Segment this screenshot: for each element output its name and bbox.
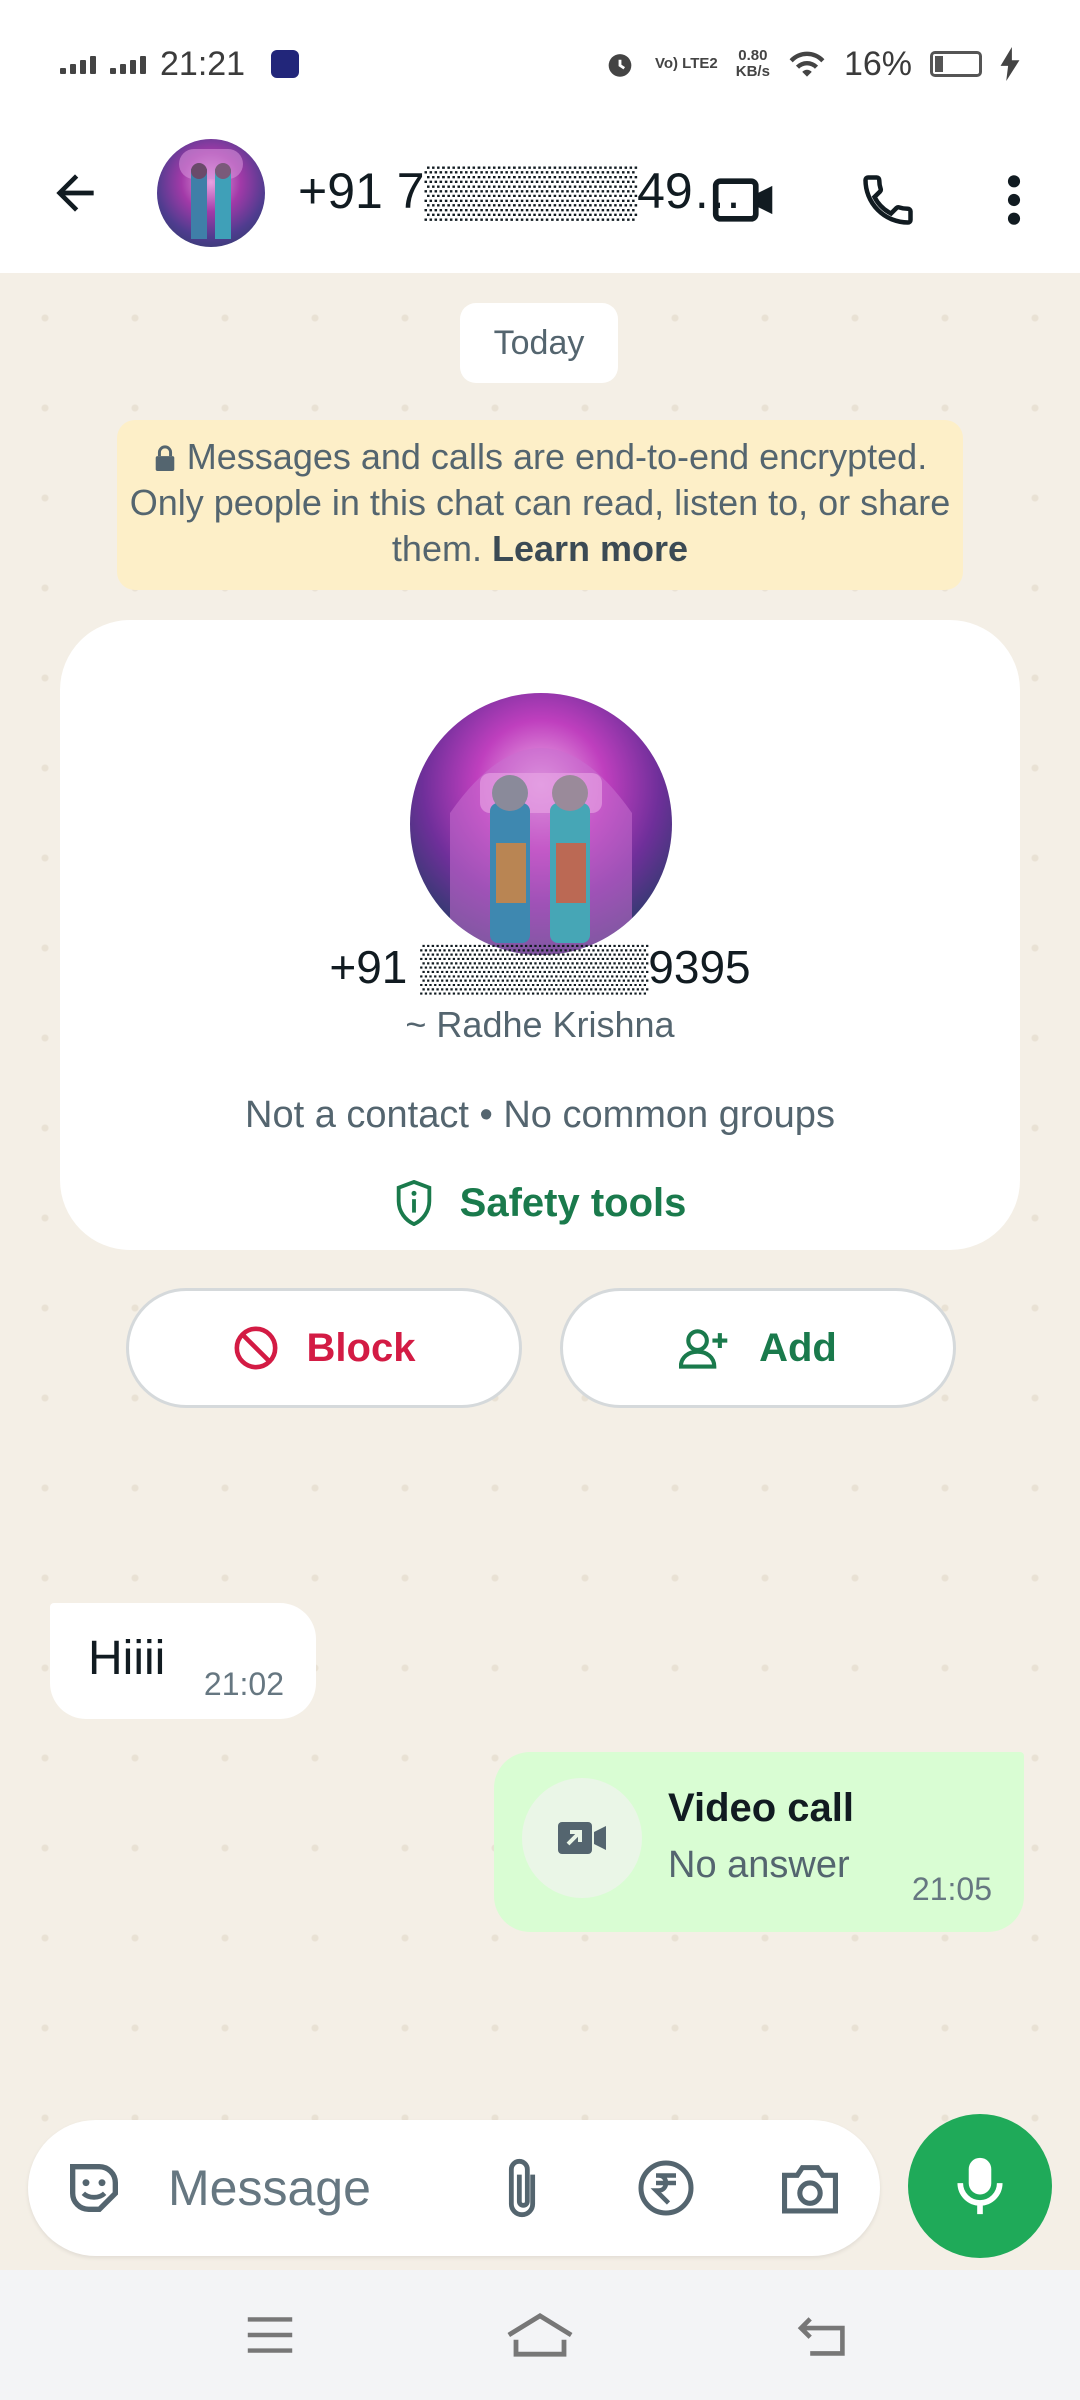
phone-icon: [863, 175, 913, 225]
voice-call-button[interactable]: [846, 158, 930, 242]
date-chip: Today: [460, 303, 618, 383]
call-title: Video call: [668, 1786, 855, 1830]
safety-tools-link[interactable]: Safety tools: [60, 1180, 1020, 1226]
lock-icon: [155, 445, 175, 471]
message-time: 21:02: [203, 1666, 284, 1702]
status-bar: 21:21 Vo) LTE2 0.80 KB/s 16%: [0, 0, 1080, 128]
app-notification-icon: [271, 50, 300, 78]
contact-display-name: ~ Radhe Krishna: [405, 1004, 675, 1045]
shield-info-icon: [396, 1180, 431, 1226]
alarm-icon: [608, 54, 632, 77]
block-label: Block: [306, 1325, 416, 1370]
paperclip-icon: [508, 2159, 536, 2217]
contact-info-card: +91 ▒▒▒▒▒▒▒9395 ~ Radhe Krishna Not a co…: [60, 620, 1020, 1408]
status-time: 21:21: [160, 44, 246, 83]
chat-area[interactable]: Today Messages and calls are end-to-end …: [0, 273, 1080, 2270]
message-text: Hiiii: [88, 1632, 166, 1685]
more-options-button[interactable]: [972, 158, 1056, 242]
battery-icon: [930, 51, 982, 77]
battery-percent: 16%: [843, 44, 912, 83]
more-vert-icon: [1007, 175, 1021, 225]
sticker-button[interactable]: [54, 2148, 134, 2228]
back-nav-button[interactable]: [774, 2290, 874, 2380]
chat-header: +91 7▒▒▒▒▒▒49…: [0, 128, 1080, 273]
contact-card-avatar[interactable]: [410, 693, 672, 955]
signal-icon-2: [110, 54, 146, 74]
sticker-icon: [70, 2164, 118, 2212]
call-status: No answer: [668, 1844, 850, 1886]
block-icon: [234, 1326, 277, 1370]
back-nav-icon: [797, 2317, 845, 2356]
network-type: Vo) LTE2: [654, 55, 718, 72]
message-composer: [28, 2120, 880, 2256]
add-contact-button[interactable]: Add: [560, 1288, 956, 1408]
contact-phone: +91 ▒▒▒▒▒▒▒9395: [329, 941, 751, 993]
message-input[interactable]: [168, 2150, 468, 2226]
outgoing-call-message[interactable]: Video call No answer 21:05: [494, 1752, 1024, 1932]
contact-avatar[interactable]: [157, 139, 265, 247]
voice-message-button[interactable]: [908, 2114, 1052, 2258]
attach-button[interactable]: [482, 2148, 562, 2228]
safety-tools-label: Safety tools: [459, 1180, 687, 1225]
rupee-icon: [638, 2160, 694, 2216]
wifi-icon: [789, 51, 825, 77]
back-button[interactable]: [40, 158, 110, 228]
block-button[interactable]: Block: [126, 1288, 522, 1408]
microphone-icon: [957, 2157, 1003, 2215]
payment-button[interactable]: [626, 2148, 706, 2228]
message-time: 21:05: [911, 1871, 992, 1907]
camera-icon: [782, 2165, 838, 2214]
add-person-icon: [679, 1329, 728, 1369]
recent-apps-button[interactable]: [220, 2290, 320, 2380]
signal-icon: [60, 54, 96, 74]
network-speed: 0.80 KB/s: [735, 47, 770, 80]
home-button[interactable]: [490, 2290, 590, 2380]
learn-more-link[interactable]: Learn more: [492, 528, 688, 569]
system-nav-bar: [0, 2270, 1080, 2400]
menu-icon: [247, 2317, 293, 2353]
missed-video-call-icon: [522, 1778, 642, 1898]
encryption-notice[interactable]: Messages and calls are end-to-end encryp…: [117, 420, 963, 590]
camera-button[interactable]: [770, 2148, 850, 2228]
add-label: Add: [759, 1325, 837, 1370]
charging-icon: [1000, 47, 1020, 81]
contact-info-line: Not a contact • No common groups: [245, 1094, 835, 1136]
back-arrow-icon: [56, 174, 94, 212]
home-icon: [507, 2312, 573, 2357]
incoming-message[interactable]: Hiiii 21:02: [50, 1603, 316, 1719]
contact-name[interactable]: +91 7▒▒▒▒▒▒49…: [298, 162, 743, 220]
video-call-button[interactable]: [702, 158, 786, 242]
video-call-icon: [712, 178, 773, 222]
